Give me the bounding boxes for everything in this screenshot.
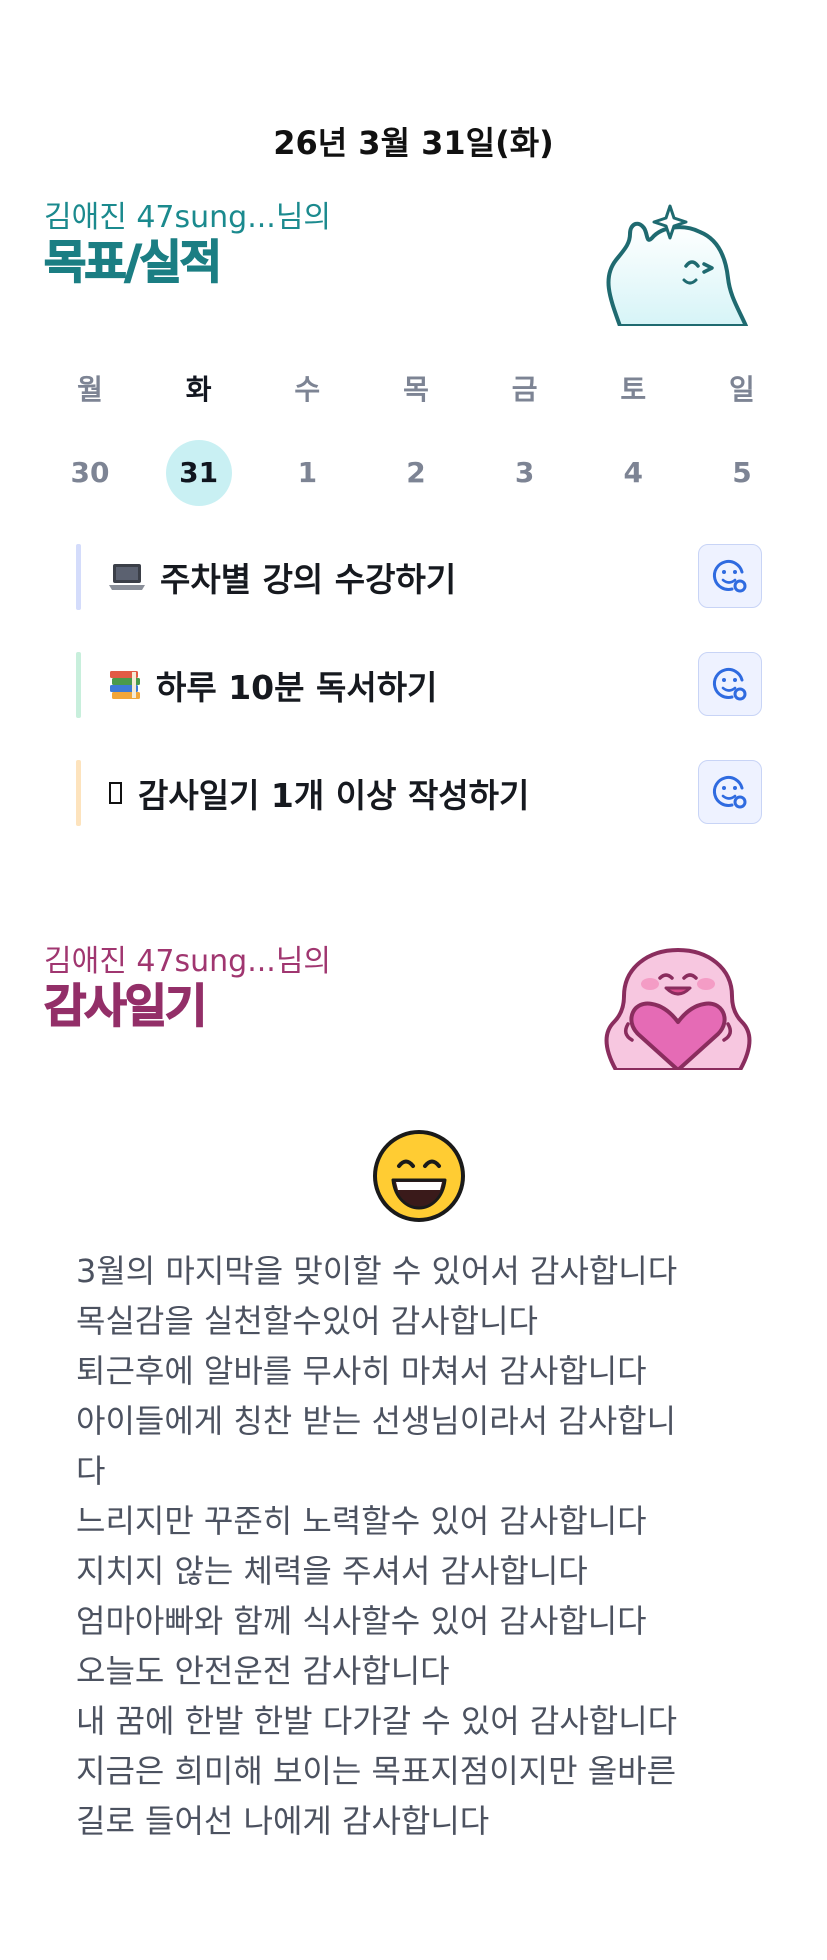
goal-label: 감사일기 1개 이상 작성하기 — [138, 776, 530, 815]
goal-text: 주차별 강의 수강하기 — [108, 553, 456, 601]
weekday-fri: 금 — [511, 373, 538, 406]
weekday-mon: 월 — [77, 373, 103, 406]
date-button[interactable]: 4 — [600, 440, 666, 506]
missing-glyph-icon — [109, 782, 122, 804]
weekday-tue: 화 — [185, 373, 212, 406]
page-date: 26년 3월 31일(화) — [273, 124, 554, 162]
smiley-add-icon — [713, 775, 747, 809]
gratitude-diary-text: 3월의 마지막을 맞이할 수 있어서 감사합니다 목실감을 실천할수있어 감사합… — [76, 1252, 678, 1840]
date-button[interactable]: 1 — [274, 440, 340, 506]
date-button[interactable]: 2 — [383, 440, 449, 506]
heart-hug-mascot-icon — [604, 948, 752, 1070]
date-button[interactable]: 30 — [57, 440, 123, 506]
goal-item[interactable]: 하루 10분 독서하기 — [76, 652, 762, 718]
weekday-sat: 토 — [620, 373, 647, 406]
week-dates-row: 30 31 1 2 3 4 5 — [57, 440, 775, 506]
goal-record-button[interactable] — [698, 760, 762, 824]
goals-section-header: 김애진 47sung...님의 목표/실적 — [43, 200, 332, 289]
goal-item[interactable]: 감사일기 1개 이상 작성하기 — [76, 760, 762, 826]
week-selector: 월 화 수 목 금 토 일 30 31 1 2 3 4 5 — [57, 368, 775, 506]
laptop-icon — [109, 564, 145, 590]
weekday-wed: 수 — [294, 373, 321, 406]
goal-list: 주차별 강의 수강하기 하루 10분 독서하기 감사일기 1개 이상 작성하기 — [76, 544, 762, 868]
goal-color-bar — [76, 760, 81, 826]
goal-item[interactable]: 주차별 강의 수강하기 — [76, 544, 762, 610]
sparkle-blob-mascot-icon — [606, 204, 748, 326]
goals-section-title: 목표/실적 — [43, 235, 223, 289]
gratitude-owner-label: 김애진 47sung...님의 — [44, 944, 332, 979]
weekday-thu: 목 — [403, 373, 429, 406]
gratitude-section-title: 감사일기 — [43, 979, 208, 1033]
goal-text: 하루 10분 독서하기 — [108, 661, 437, 709]
goal-label: 주차별 강의 수강하기 — [160, 560, 457, 599]
gratitude-section-header: 김애진 47sung...님의 감사일기 — [43, 944, 332, 1033]
date-button[interactable]: 5 — [709, 440, 775, 506]
weekday-names-row: 월 화 수 목 금 토 일 — [57, 368, 775, 412]
weekday-sun: 일 — [729, 373, 755, 406]
grinning-face-icon — [373, 1130, 465, 1222]
goal-label: 하루 10분 독서하기 — [156, 668, 438, 707]
books-icon — [110, 671, 140, 699]
goal-color-bar — [76, 544, 81, 610]
date-button-selected[interactable]: 31 — [165, 440, 232, 506]
goal-text: 감사일기 1개 이상 작성하기 — [108, 769, 529, 817]
goal-color-bar — [76, 652, 81, 718]
smiley-add-icon — [713, 667, 747, 701]
goal-record-button[interactable] — [698, 544, 762, 608]
goals-owner-label: 김애진 47sung...님의 — [44, 200, 332, 235]
smiley-add-icon — [713, 559, 747, 593]
date-button[interactable]: 3 — [492, 440, 558, 506]
goal-record-button[interactable] — [698, 652, 762, 716]
